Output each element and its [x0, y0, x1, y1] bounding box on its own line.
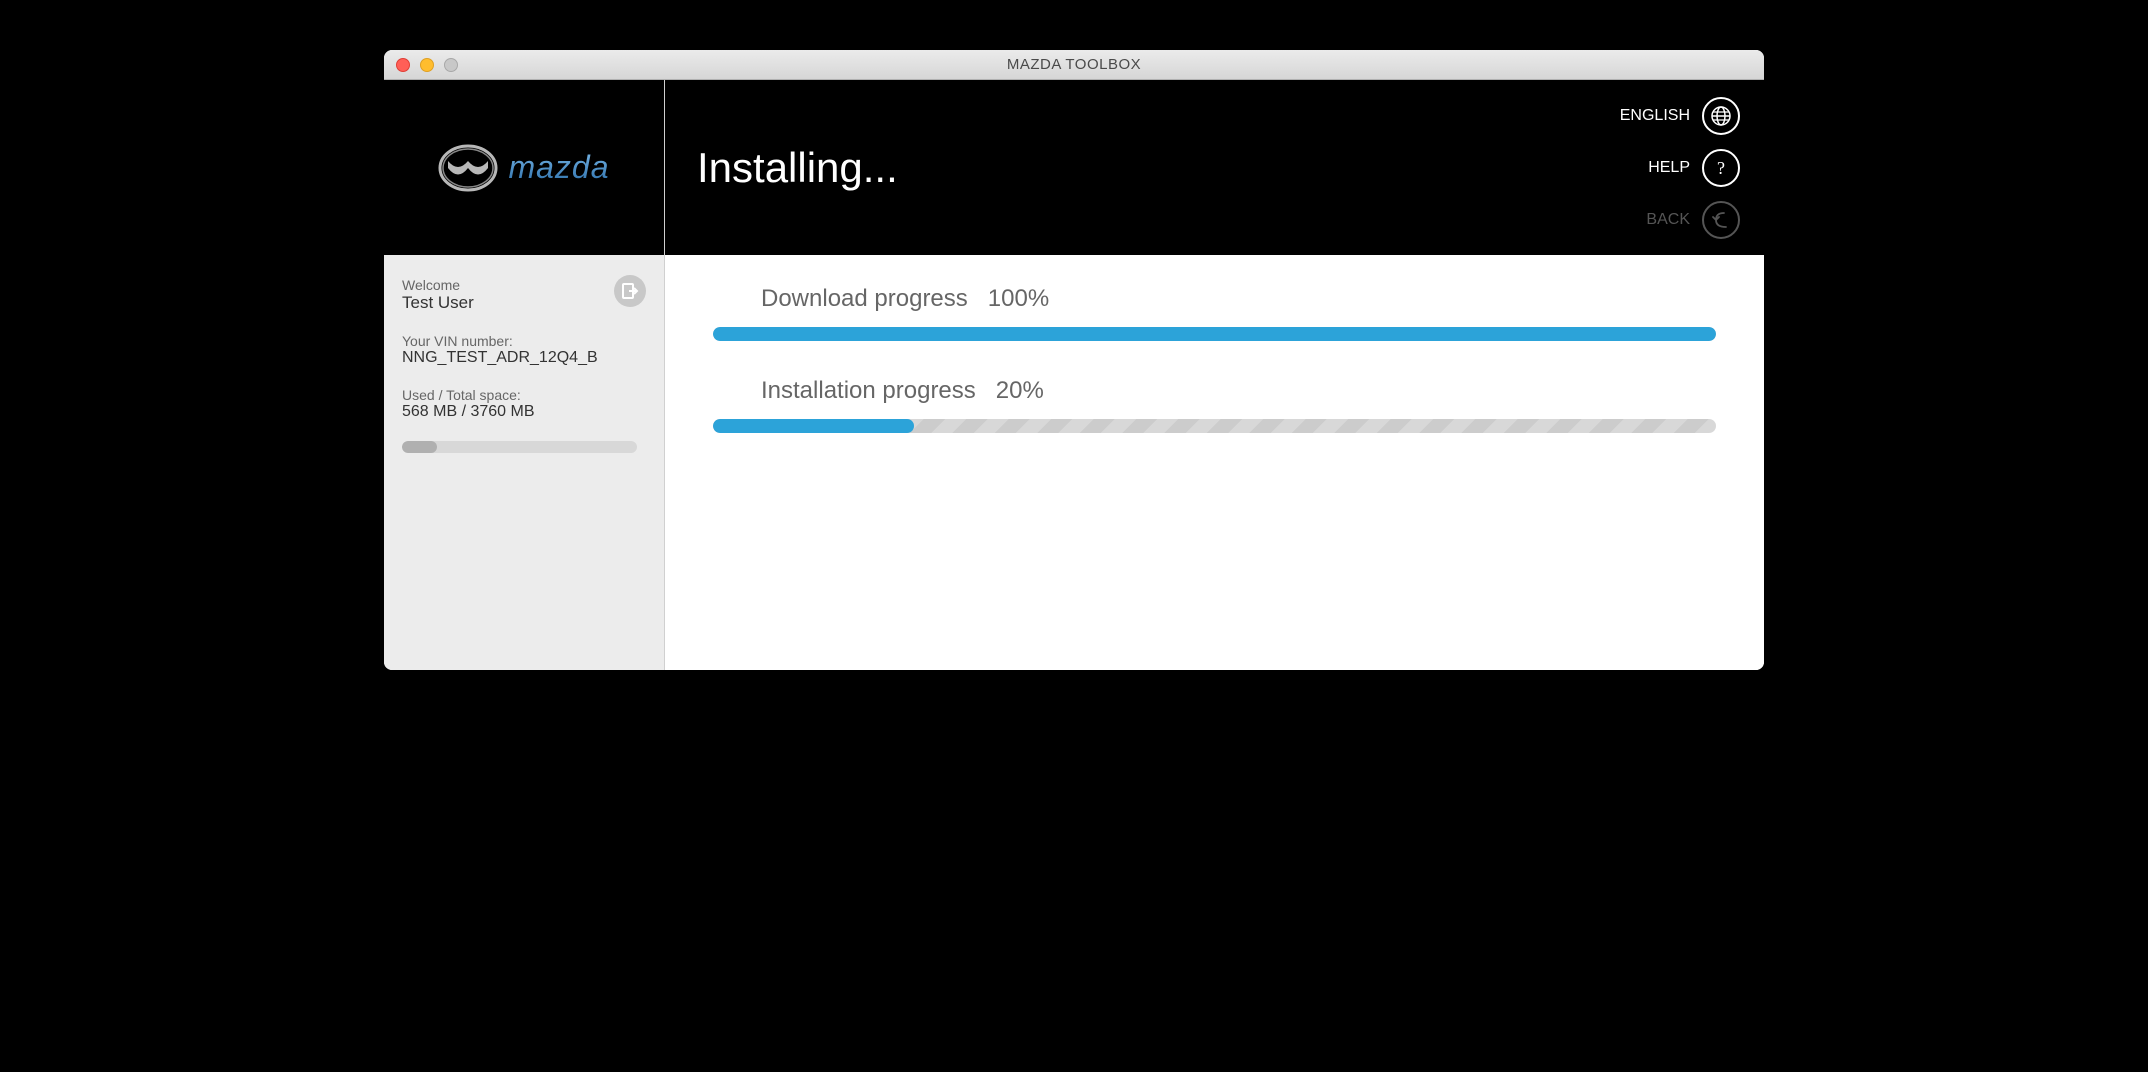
minimize-button[interactable] [420, 58, 434, 72]
space-label: Used / Total space: [402, 387, 646, 403]
help-label: HELP [1648, 159, 1690, 177]
installation-progress-percent: 20% [996, 377, 1044, 405]
page-title: Installing... [697, 144, 898, 192]
installation-progress-bar [713, 419, 1716, 433]
logo-text: mazda [508, 149, 609, 186]
traffic-lights [396, 58, 458, 72]
logout-icon [621, 282, 639, 300]
user-name: Test User [402, 293, 646, 313]
mazda-emblem-icon [438, 143, 498, 193]
question-icon: ? [1702, 149, 1740, 187]
space-usage-fill [402, 441, 437, 453]
svg-text:?: ? [1717, 158, 1725, 178]
vin-value: NNG_TEST_ADR_12Q4_B [402, 349, 646, 367]
installation-progress-header: Installation progress 20% [761, 377, 1716, 405]
sidebar-header: mazda [384, 80, 664, 255]
maximize-button[interactable] [444, 58, 458, 72]
header-buttons: ENGLISH HELP [1620, 97, 1740, 239]
download-progress-percent: 100% [988, 285, 1049, 313]
download-progress-fill [713, 327, 1716, 341]
language-label: ENGLISH [1620, 107, 1690, 125]
download-progress-header: Download progress 100% [761, 285, 1716, 313]
app-window: MAZDA TOOLBOX mazda [384, 50, 1764, 670]
back-label: BACK [1646, 211, 1690, 229]
installation-progress-section: Installation progress 20% [713, 377, 1716, 433]
help-button[interactable]: HELP ? [1648, 149, 1740, 187]
download-progress-label: Download progress [761, 285, 968, 313]
language-button[interactable]: ENGLISH [1620, 97, 1740, 135]
welcome-label: Welcome [402, 277, 646, 293]
installation-progress-fill [713, 419, 914, 433]
sidebar: mazda Welcome Test User Your VIN number:… [384, 80, 664, 670]
sidebar-content: Welcome Test User Your VIN number: NNG_T… [384, 255, 664, 670]
download-progress-bar [713, 327, 1716, 341]
installation-progress-label: Installation progress [761, 377, 976, 405]
window-title: MAZDA TOOLBOX [1007, 56, 1141, 73]
main-content: Download progress 100% Installation prog… [665, 255, 1764, 670]
globe-icon [1702, 97, 1740, 135]
logout-button[interactable] [614, 275, 646, 307]
space-usage-bar [402, 441, 637, 453]
app-body: mazda Welcome Test User Your VIN number:… [384, 80, 1764, 670]
back-button: BACK [1646, 201, 1740, 239]
close-button[interactable] [396, 58, 410, 72]
titlebar[interactable]: MAZDA TOOLBOX [384, 50, 1764, 80]
main-header: Installing... ENGLISH [665, 80, 1764, 255]
space-value: 568 MB / 3760 MB [402, 403, 646, 421]
main: Installing... ENGLISH [664, 80, 1764, 670]
vin-label: Your VIN number: [402, 333, 646, 349]
logo: mazda [438, 143, 609, 193]
download-progress-section: Download progress 100% [713, 285, 1716, 341]
back-arrow-icon [1702, 201, 1740, 239]
